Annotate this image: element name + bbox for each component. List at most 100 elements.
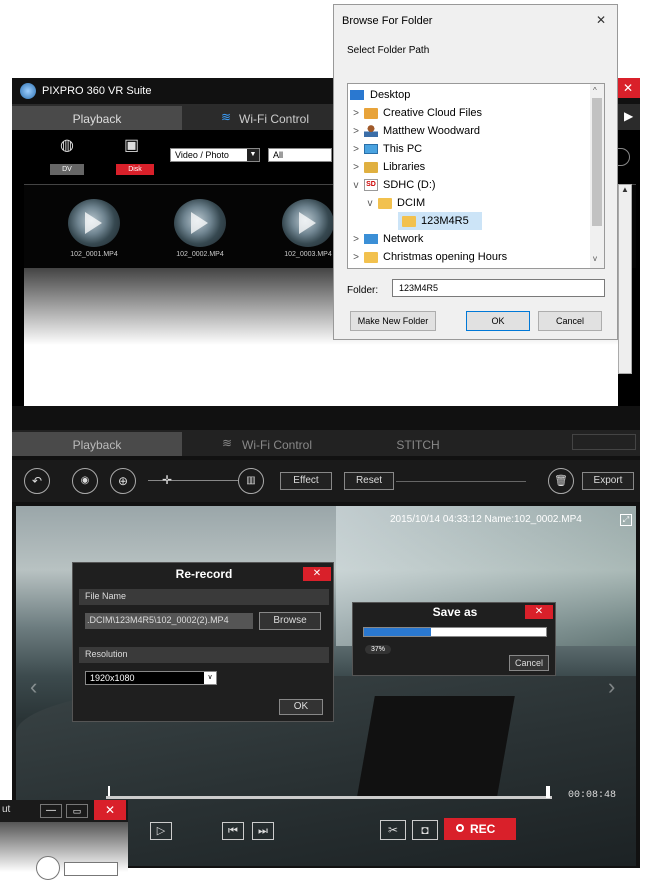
undo-icon[interactable]: ↶ (24, 468, 50, 494)
rec-button[interactable]: REC (444, 818, 516, 840)
folder-tree[interactable]: Desktop > Creative Cloud Files > Matthew… (347, 83, 605, 269)
ok-button[interactable]: OK (279, 699, 323, 715)
camera-wifi-icon: ◍ (60, 137, 74, 154)
close-icon[interactable]: ✕ (303, 567, 331, 581)
tree-item-label: Christmas opening Hours (383, 251, 508, 263)
export-button[interactable]: Export (582, 472, 634, 490)
chevron-right-icon[interactable]: > (350, 234, 362, 245)
chevron-right-icon[interactable]: > (350, 252, 362, 263)
mini-button[interactable] (64, 862, 118, 876)
file-item[interactable]: 102_0002.MP4 (160, 199, 240, 263)
tab-playback[interactable]: Playback (12, 432, 182, 456)
tree-item-label: Desktop (370, 89, 411, 101)
tree-scrollbar[interactable]: ^ v (590, 84, 604, 268)
camera-snapshot-icon[interactable]: ◘ (412, 820, 438, 840)
app-logo-icon (20, 83, 36, 99)
scroll-up-icon[interactable]: ▲ (621, 185, 629, 194)
type-filter-select[interactable]: Video / Photo ▼ (170, 148, 260, 162)
play-icon[interactable]: ▷ (150, 822, 172, 840)
close-icon[interactable]: ✕ (94, 800, 126, 820)
network-icon (364, 234, 378, 244)
tab-wifi[interactable]: ≋ Wi-Fi Control (207, 106, 337, 130)
tree-item-libraries[interactable]: > Libraries (348, 158, 425, 176)
folder-label: Folder: (347, 285, 379, 296)
timeline-playhead[interactable] (546, 786, 550, 798)
all-filter-select[interactable]: All (268, 148, 332, 162)
next-frame-icon[interactable]: ⏭ (252, 822, 274, 840)
file-item[interactable]: 102_0001.MP4 (54, 199, 134, 263)
chevron-down-icon[interactable]: v (364, 198, 376, 209)
slider-handle[interactable]: ✛ (162, 474, 174, 486)
progress-text: 37% (365, 645, 392, 654)
scroll-down-icon[interactable]: v (593, 254, 597, 263)
ok-button[interactable]: OK (466, 311, 530, 331)
tree-item-desktop[interactable]: Desktop (348, 86, 410, 104)
make-new-folder-button[interactable]: Make New Folder (350, 311, 436, 331)
progress-bar (363, 627, 547, 637)
trash-icon[interactable] (36, 856, 60, 880)
tree-item-this-pc[interactable]: > This PC (348, 140, 422, 158)
nav-right-icon[interactable]: › (608, 674, 615, 700)
resolution-select[interactable]: 1920x1080 ∨ (85, 671, 217, 685)
tree-item-user[interactable]: > Matthew Woodward (348, 122, 480, 140)
tab-stitch[interactable]: STITCH (358, 432, 478, 456)
tab-playback[interactable]: Playback (12, 106, 182, 130)
window-controls[interactable] (572, 434, 636, 450)
chevron-down-icon[interactable]: v (350, 180, 362, 191)
prev-frame-icon[interactable]: ⏮ (222, 822, 244, 840)
device-dv[interactable]: ◍ DV (50, 136, 84, 176)
nav-left-icon[interactable]: ‹ (30, 674, 37, 700)
tab-strip: Playback ≋ Wi-Fi Control STITCH (12, 430, 640, 456)
fullscreen-icon[interactable]: ⤢ (620, 514, 632, 526)
scroll-up-icon[interactable]: ^ (593, 86, 597, 95)
trash-icon[interactable]: 🗑 (548, 468, 574, 494)
user-icon (364, 125, 378, 137)
browse-button[interactable]: Browse (259, 612, 321, 630)
tree-item-label: Creative Cloud Files (383, 107, 483, 119)
close-icon[interactable]: ✕ (616, 78, 640, 98)
chevron-right-icon[interactable]: > (350, 162, 362, 173)
device-disk-label: Disk (116, 164, 154, 175)
cut-icon[interactable]: ✂ (380, 820, 406, 840)
file-name: 102_0001.MP4 (70, 251, 118, 258)
reset-button[interactable]: Reset (344, 472, 394, 490)
tree-item-sdhc[interactable]: v SD SDHC (D:) (348, 176, 436, 194)
tree-item-dcim[interactable]: v DCIM (348, 194, 426, 212)
cancel-button[interactable]: Cancel (538, 311, 602, 331)
tab-stitch-label: STITCH (396, 438, 440, 452)
tree-item-creative-cloud[interactable]: > Creative Cloud Files (348, 104, 482, 122)
dialog-title: Re-record (175, 567, 233, 581)
timeline[interactable] (106, 786, 552, 799)
effect-button[interactable]: Effect (280, 472, 332, 490)
close-icon[interactable]: ✕ (525, 605, 553, 619)
tree-item-123m4r5[interactable]: 123M4R5 (398, 212, 482, 230)
minimize-icon[interactable]: — (40, 804, 62, 818)
disk-icon: ▣ (124, 137, 140, 154)
tab-wifi[interactable]: ≋ Wi-Fi Control (212, 432, 342, 456)
file-thumbnail (68, 199, 120, 247)
export-label: Export (593, 475, 623, 486)
file-name-section: File Name (79, 589, 329, 605)
tree-item-label: SDHC (D:) (383, 179, 436, 191)
chevron-right-icon[interactable]: > (350, 144, 362, 155)
cancel-button[interactable]: Cancel (509, 655, 549, 671)
tree-item-network[interactable]: > Network (348, 230, 423, 248)
pc-icon (364, 144, 378, 154)
scrollbar[interactable]: ▲ (618, 184, 632, 374)
folder-input[interactable]: 123M4R5 (392, 279, 605, 297)
chevron-right-icon[interactable]: > (350, 108, 362, 119)
view-icon[interactable]: ◉ (72, 468, 98, 494)
close-icon[interactable]: ✕ (596, 13, 606, 27)
tree-item-christmas[interactable]: > Christmas opening Hours (348, 248, 507, 266)
chevron-right-icon[interactable]: ▶ (624, 110, 633, 122)
path-field[interactable]: .DCIM\123M4R5\102_0002(2).MP4 (85, 613, 253, 629)
globe-icon[interactable]: ⊕ (110, 468, 136, 494)
chevron-right-icon[interactable]: > (350, 126, 362, 137)
maximize-icon[interactable]: ▭ (66, 804, 88, 818)
filter-icon[interactable]: ▥ (238, 468, 264, 494)
folder-input-value: 123M4R5 (399, 283, 439, 293)
file-thumbnail (174, 199, 226, 247)
toolbar: ↶ ◉ ⊕ ✛ ▥ Effect Reset 🗑 Export (12, 460, 640, 502)
scroll-thumb[interactable] (592, 98, 602, 226)
device-disk[interactable]: ▣ Disk (116, 136, 154, 176)
